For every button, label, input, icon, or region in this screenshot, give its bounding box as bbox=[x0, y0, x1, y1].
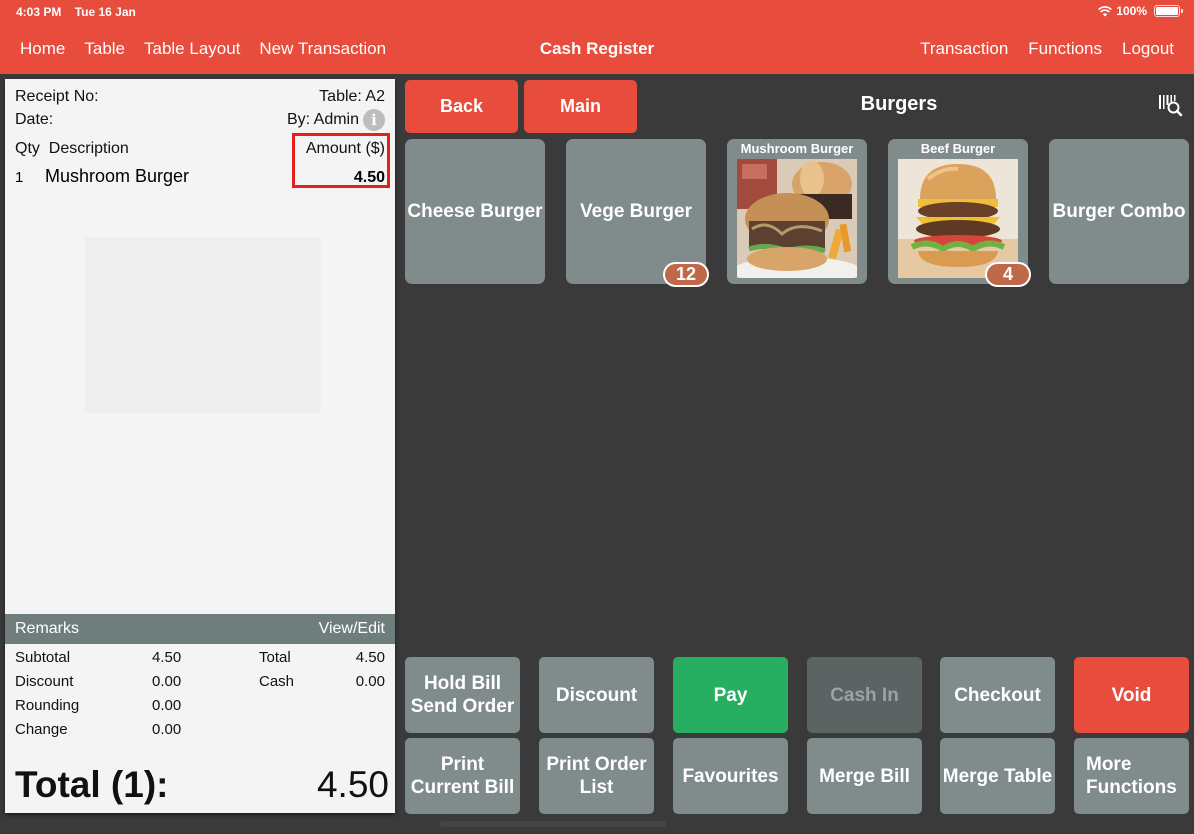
discount-value: 0.00 bbox=[152, 673, 182, 690]
product-tile-beef-burger[interactable]: Beef Burger 4 bbox=[888, 139, 1031, 287]
button-label: Discount bbox=[555, 684, 638, 706]
status-time: 4:03 PM bbox=[16, 5, 62, 19]
by-label: By: Admin bbox=[286, 111, 359, 128]
view-edit-link[interactable]: View/Edit bbox=[319, 620, 385, 638]
grand-total-label: Total (1): bbox=[15, 764, 169, 805]
nav-functions[interactable]: Functions bbox=[1028, 39, 1102, 59]
receipt-header-row-1: Receipt No: Table: A2 bbox=[15, 88, 385, 106]
button-label: Favourites bbox=[682, 765, 779, 787]
nav-home[interactable]: Home bbox=[20, 39, 65, 59]
receipt-panel: Receipt No: Table: A2 Date: By: Admin i … bbox=[5, 79, 395, 813]
merge-table-button[interactable]: Merge Table bbox=[940, 738, 1055, 814]
favourites-button[interactable]: Favourites bbox=[673, 738, 788, 814]
cash-in-button[interactable]: Cash In bbox=[807, 657, 922, 733]
wifi-icon bbox=[1098, 6, 1113, 17]
print-current-bill-button[interactable]: Print Current Bill bbox=[405, 738, 520, 814]
checkout-button[interactable]: Checkout bbox=[940, 657, 1055, 733]
receipt-watermark bbox=[85, 237, 321, 413]
cash-label: Cash bbox=[259, 673, 295, 690]
status-bar-right: 100% bbox=[1098, 4, 1183, 18]
change-label: Change bbox=[15, 721, 68, 738]
col-qty: Qty bbox=[15, 140, 40, 157]
main-button[interactable]: Main bbox=[524, 80, 637, 133]
table-label: Table: A2 bbox=[319, 88, 385, 105]
button-label: Checkout bbox=[954, 684, 1041, 706]
back-button[interactable]: Back bbox=[405, 80, 518, 133]
nav-left: Home Table Table Layout New Transaction bbox=[20, 39, 405, 59]
product-tile-cheese-burger[interactable]: Cheese Burger bbox=[405, 139, 545, 284]
product-tile-vege-burger[interactable]: Vege Burger 12 bbox=[566, 139, 709, 287]
button-label: Print Order List bbox=[546, 754, 647, 798]
button-label: Pay bbox=[713, 684, 748, 706]
cash-value: 0.00 bbox=[355, 673, 385, 690]
nav-table-layout[interactable]: Table Layout bbox=[144, 39, 240, 59]
total-value: 4.50 bbox=[355, 649, 385, 666]
grand-total: Total (1): 4.50 bbox=[15, 764, 389, 806]
button-label: Void bbox=[1111, 684, 1152, 706]
info-icon[interactable]: i bbox=[363, 109, 385, 131]
hold-bill-send-order-button[interactable]: Hold Bill Send Order bbox=[405, 657, 520, 733]
date-label: Date: bbox=[15, 111, 54, 128]
discount-button[interactable]: Discount bbox=[539, 657, 654, 733]
product-tile-mushroom-burger[interactable]: Mushroom Burger bbox=[727, 139, 867, 284]
nav-right: Transaction Functions Logout bbox=[900, 39, 1174, 59]
rounding-value: 0.00 bbox=[152, 697, 182, 714]
void-button[interactable]: Void bbox=[1074, 657, 1189, 733]
receipt-no-label: Receipt No: bbox=[15, 88, 99, 105]
button-label: Merge Table bbox=[942, 765, 1053, 787]
change-value: 0.00 bbox=[152, 721, 182, 738]
more-functions-button[interactable]: More Functions bbox=[1074, 738, 1189, 814]
tile-label: Burger Combo bbox=[1052, 200, 1186, 222]
product-tile-burger-combo[interactable]: Burger Combo bbox=[1049, 139, 1189, 284]
grand-total-value: 4.50 bbox=[316, 764, 389, 805]
col-description: Description bbox=[48, 140, 129, 157]
category-title: Burgers bbox=[860, 93, 938, 115]
merge-bill-button[interactable]: Merge Bill bbox=[807, 738, 922, 814]
battery-icon bbox=[1154, 5, 1183, 17]
tile-label: Beef Burger bbox=[920, 141, 996, 156]
stock-badge: 4 bbox=[985, 262, 1031, 287]
button-label: More Functions bbox=[1086, 754, 1177, 798]
remarks-label: Remarks bbox=[15, 620, 80, 637]
nav-new-transaction[interactable]: New Transaction bbox=[259, 39, 386, 59]
status-date: Tue 16 Jan bbox=[74, 5, 136, 19]
barcode-search-icon[interactable] bbox=[1156, 92, 1184, 118]
subtotal-label: Subtotal bbox=[15, 649, 71, 666]
tile-label: Cheese Burger bbox=[407, 200, 543, 222]
receipt-header-row-2: Date: By: Admin i bbox=[15, 109, 385, 131]
pay-button[interactable]: Pay bbox=[673, 657, 788, 733]
stock-badge: 12 bbox=[663, 262, 709, 287]
scroll-indicator[interactable] bbox=[440, 821, 666, 827]
nav-logout[interactable]: Logout bbox=[1122, 39, 1174, 59]
discount-label: Discount bbox=[15, 673, 74, 690]
nav-transaction[interactable]: Transaction bbox=[920, 39, 1008, 59]
battery-percent: 100% bbox=[1116, 4, 1147, 18]
amount-highlight-box bbox=[292, 133, 390, 188]
button-label: Print Current Bill bbox=[410, 754, 515, 798]
button-label: Hold Bill Send Order bbox=[410, 673, 515, 717]
subtotal-value: 4.50 bbox=[152, 649, 182, 666]
beef-burger-image bbox=[898, 159, 1018, 278]
nav-table[interactable]: Table bbox=[84, 39, 125, 59]
remarks-bar[interactable]: Remarks View/Edit bbox=[5, 614, 395, 644]
mushroom-burger-image bbox=[737, 159, 857, 278]
tile-label: Mushroom Burger bbox=[740, 141, 854, 156]
print-order-list-button[interactable]: Print Order List bbox=[539, 738, 654, 814]
top-bar: 4:03 PM Tue 16 Jan 100% Home Table Table… bbox=[0, 0, 1194, 74]
total-label: Total bbox=[259, 649, 291, 666]
status-bar-left: 4:03 PM Tue 16 Jan bbox=[16, 5, 146, 19]
button-label: Merge Bill bbox=[819, 765, 910, 787]
item-qty: 1 bbox=[15, 169, 24, 186]
button-label: Cash In bbox=[830, 684, 899, 706]
rounding-label: Rounding bbox=[15, 697, 80, 714]
